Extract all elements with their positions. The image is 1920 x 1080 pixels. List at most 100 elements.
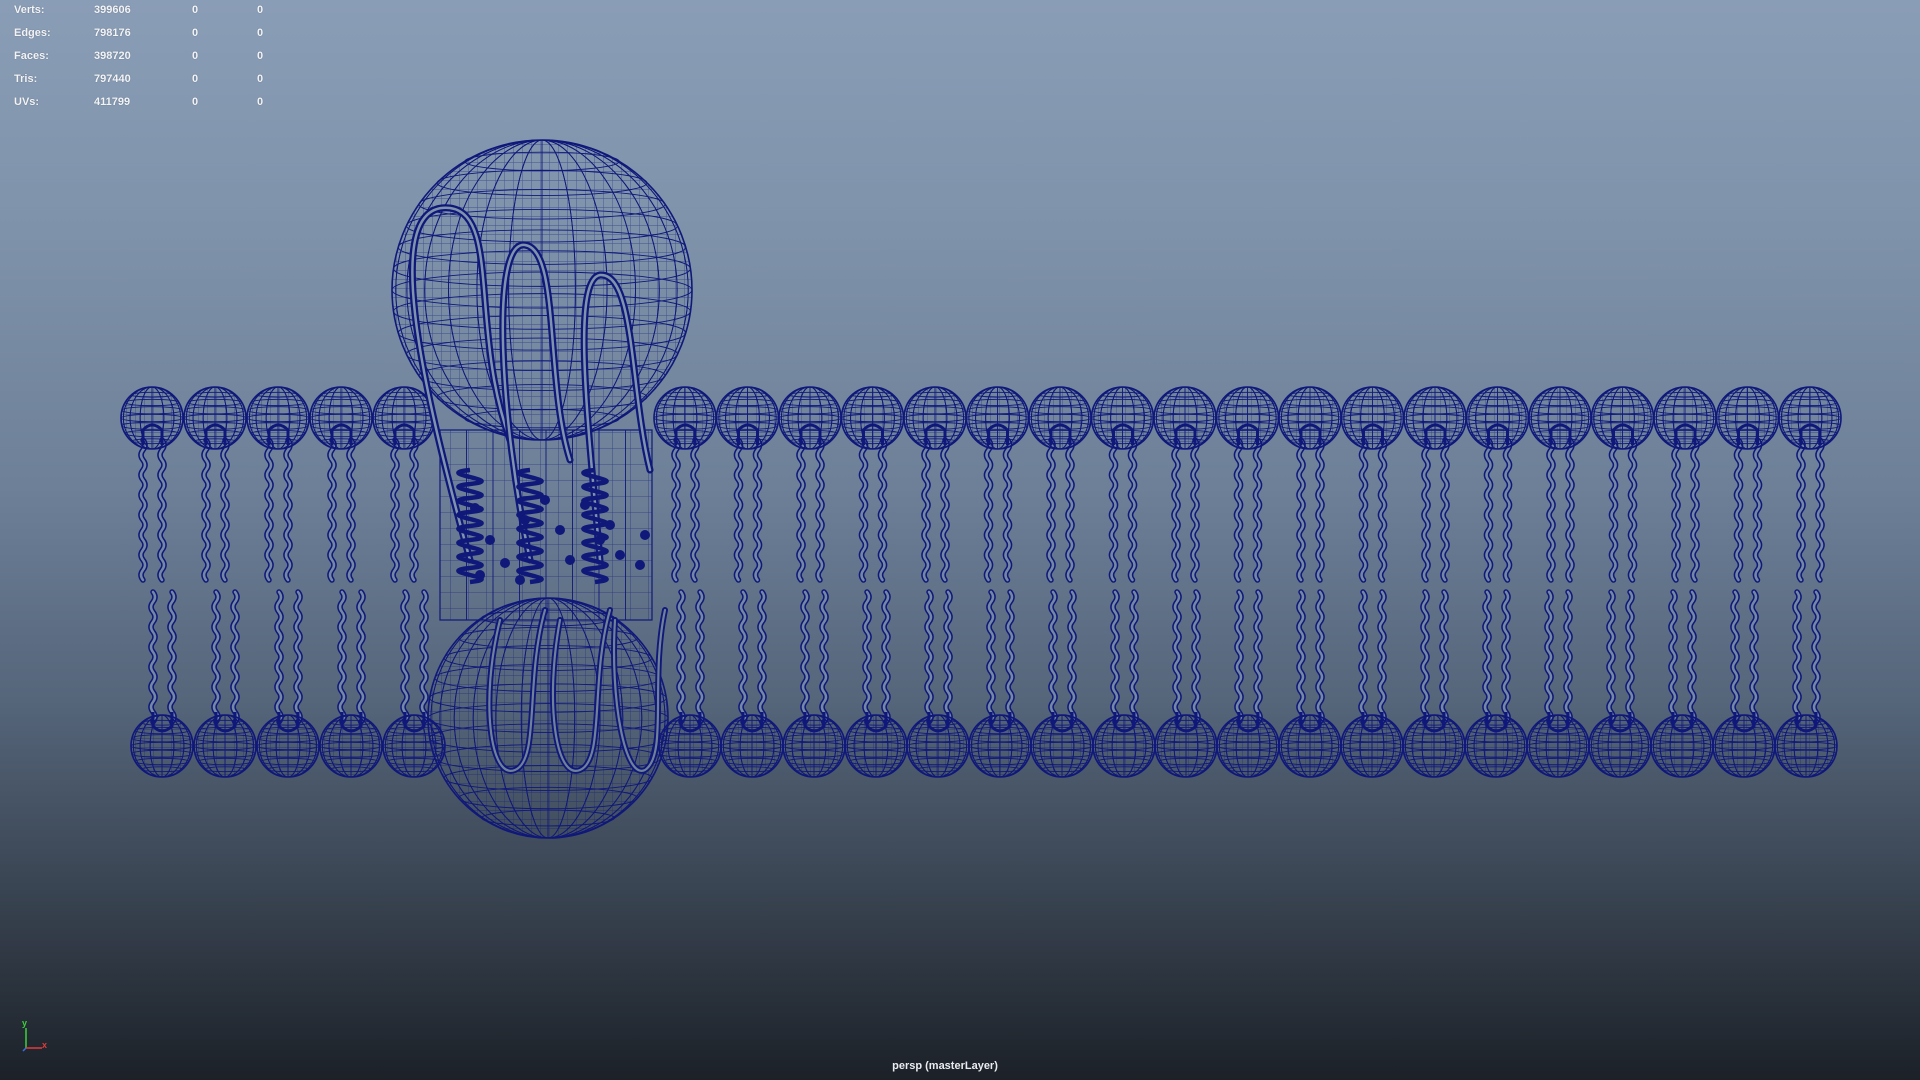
lipid-bottom-4: [319, 589, 383, 778]
lipid-head-bottom: [130, 714, 194, 778]
lipid-bottom-2: [193, 589, 257, 778]
lipid-head-top: [1528, 386, 1592, 450]
lipid-head-top: [1778, 386, 1842, 450]
lipid-head-bottom: [1030, 714, 1094, 778]
lipid-head-top: [246, 386, 310, 450]
lipid-head-bottom: [1774, 714, 1838, 778]
lipid-head-top: [1465, 386, 1530, 450]
lipid-top-1: [120, 386, 184, 583]
lipid-bottom-24: [1774, 589, 1838, 778]
lipid-top-11: [965, 386, 1030, 583]
lipid-top-14: [1153, 386, 1217, 583]
lipid-head-bottom: [1464, 714, 1528, 778]
lipid-top-24: [1778, 386, 1842, 583]
lipid-head-bottom: [906, 714, 970, 778]
lipid-head-top: [1215, 386, 1280, 450]
lipid-top-6: [653, 386, 717, 583]
lipid-head-top: [653, 386, 717, 450]
lipid-bottom-13: [1092, 589, 1156, 778]
lipid-head-bottom: [1278, 714, 1342, 778]
lipid-head-top: [778, 386, 842, 450]
lipid-layer-top: [120, 386, 1842, 583]
lipid-top-23: [1715, 386, 1780, 583]
lipid-top-19: [1465, 386, 1530, 583]
lipid-top-12: [1028, 386, 1092, 583]
lipid-head-top: [309, 386, 373, 450]
lipid-bottom-17: [1340, 589, 1404, 778]
lipid-bottom-20: [1526, 589, 1590, 778]
lipid-head-top: [715, 386, 780, 450]
lipid-bottom-16: [1278, 589, 1342, 778]
protein-bottom-sphere: [427, 597, 669, 839]
y-axis-label: y: [22, 1018, 28, 1028]
lipid-bottom-8: [782, 589, 846, 778]
lipid-bottom-23: [1712, 589, 1776, 778]
lipid-head-top: [1028, 386, 1092, 450]
lipid-head-bottom: [782, 714, 846, 778]
lipid-top-22: [1653, 386, 1717, 583]
lipid-head-bottom: [720, 714, 784, 778]
lipid-bottom-18: [1402, 589, 1466, 778]
lipid-head-top: [120, 386, 184, 450]
lipid-top-18: [1403, 386, 1467, 583]
lipid-head-bottom: [968, 714, 1032, 778]
lipid-top-9: [840, 386, 905, 583]
lipid-bottom-14: [1154, 589, 1218, 778]
lipid-top-21: [1590, 386, 1655, 583]
lipid-bottom-21: [1588, 589, 1652, 778]
3d-viewport[interactable]: Verts: 399606 0 0 Edges: 798176 0 0 Face…: [0, 0, 1920, 1080]
lipid-head-top: [1278, 386, 1342, 450]
lipid-bottom-15: [1216, 589, 1280, 778]
lipid-head-bottom: [844, 714, 908, 778]
lipid-layer-bottom: [130, 589, 1838, 778]
lipid-bottom-6: [658, 589, 722, 778]
lipid-bottom-3: [256, 589, 320, 778]
lipid-head-bottom: [1712, 714, 1776, 778]
lipid-head-bottom: [256, 714, 320, 778]
lipid-bottom-10: [906, 589, 970, 778]
lipid-top-16: [1278, 386, 1342, 583]
lipid-head-bottom: [1340, 714, 1404, 778]
lipid-head-top: [965, 386, 1030, 450]
lipid-head-bottom: [319, 714, 383, 778]
lipid-head-top: [1653, 386, 1717, 450]
lipid-top-13: [1090, 386, 1155, 583]
lipid-head-top: [183, 386, 247, 450]
lipid-head-bottom: [1402, 714, 1466, 778]
wireframe-membrane-model[interactable]: [0, 0, 1920, 1080]
lipid-top-5: [372, 386, 436, 583]
lipid-top-15: [1215, 386, 1280, 583]
lipid-head-top: [840, 386, 905, 450]
lipid-bottom-12: [1030, 589, 1094, 778]
camera-label: persp (masterLayer): [892, 1060, 998, 1072]
lipid-head-top: [903, 386, 967, 450]
lipid-bottom-19: [1464, 589, 1528, 778]
lipid-head-top: [1715, 386, 1780, 450]
lipid-head-bottom: [1216, 714, 1280, 778]
lipid-bottom-7: [720, 589, 784, 778]
axis-gizmo: y x: [18, 1018, 48, 1052]
lipid-head-bottom: [1154, 714, 1218, 778]
lipid-head-bottom: [1650, 714, 1714, 778]
lipid-head-top: [1090, 386, 1155, 450]
lipid-top-20: [1528, 386, 1592, 583]
lipid-head-top: [1403, 386, 1467, 450]
lipid-top-8: [778, 386, 842, 583]
lipid-top-4: [309, 386, 373, 583]
lipid-top-17: [1340, 386, 1405, 583]
lipid-top-3: [246, 386, 310, 583]
lipid-top-10: [903, 386, 967, 583]
lipid-head-top: [1153, 386, 1217, 450]
membrane-protein: [391, 139, 693, 839]
lipid-head-bottom: [1588, 714, 1652, 778]
lipid-top-2: [183, 386, 247, 583]
protein-top-sphere: [391, 139, 693, 441]
lipid-head-top: [1590, 386, 1655, 450]
lipid-bottom-9: [844, 589, 908, 778]
lipid-top-7: [715, 386, 780, 583]
lipid-head-top: [1340, 386, 1405, 450]
lipid-head-bottom: [1526, 714, 1590, 778]
lipid-bottom-22: [1650, 589, 1714, 778]
lipid-bottom-11: [968, 589, 1032, 778]
lipid-head-bottom: [1092, 714, 1156, 778]
